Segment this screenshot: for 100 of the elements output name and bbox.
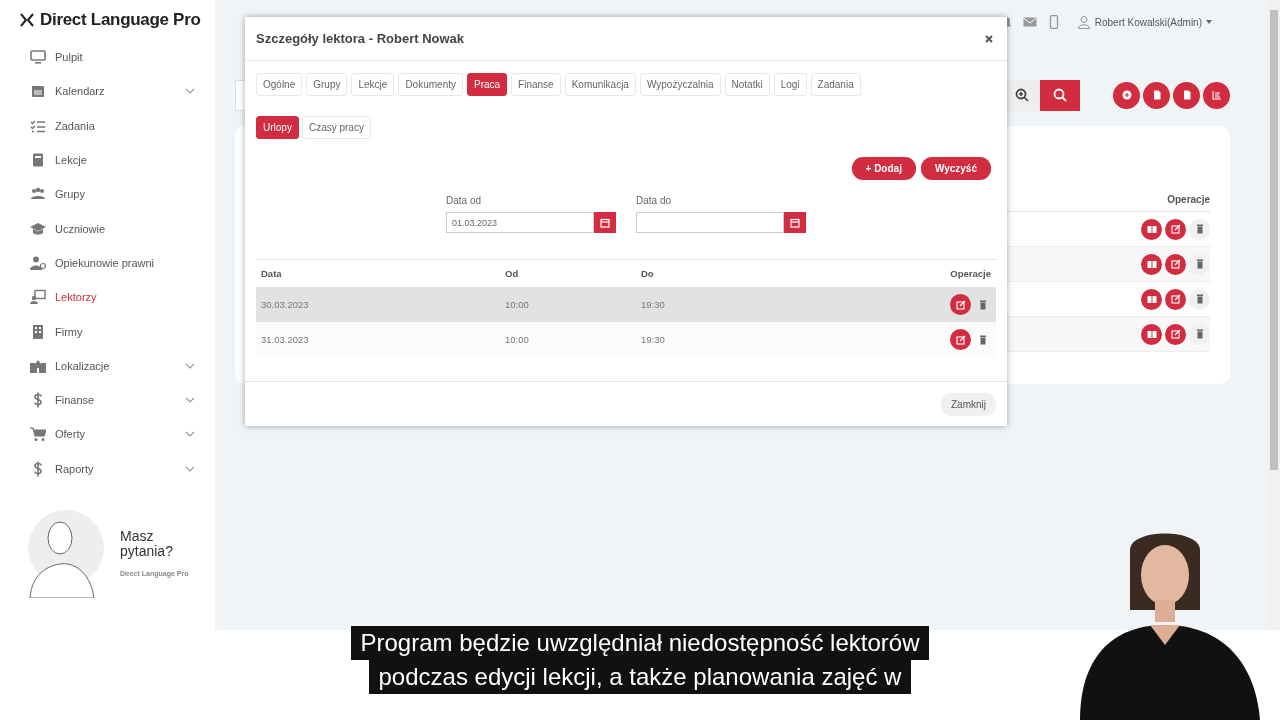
search-button[interactable] <box>1040 79 1080 111</box>
tab[interactable]: Finanse <box>511 73 561 96</box>
graduation-cap-icon <box>30 220 46 237</box>
edit-button[interactable] <box>1165 218 1186 240</box>
sidebar-item[interactable]: Firmy <box>20 314 201 349</box>
sidebar-item[interactable]: Zadania <box>20 108 201 143</box>
tab[interactable]: Ogólne <box>256 73 303 96</box>
building-icon <box>30 323 46 340</box>
view-button[interactable] <box>1141 323 1162 345</box>
logo-icon <box>20 13 34 27</box>
sidebar-item[interactable]: Lokalizacje <box>20 348 201 383</box>
trash-icon <box>978 299 988 310</box>
mail-icon[interactable] <box>1022 15 1037 29</box>
pdf-button[interactable] <box>1143 81 1170 109</box>
table-cell-text: 31.03.2023 <box>261 334 310 345</box>
delete-button[interactable] <box>1189 218 1210 240</box>
list-icon <box>1211 90 1222 100</box>
tab[interactable]: Zadania <box>810 73 861 96</box>
search-icon <box>1053 88 1067 102</box>
column-header: Od <box>505 268 520 279</box>
caret-icon <box>1206 20 1212 24</box>
table-row[interactable]: 31.03.2023 10:00 19:30 <box>256 322 996 357</box>
scrollbar-thumb[interactable] <box>1270 10 1278 470</box>
edit-button[interactable] <box>950 294 971 315</box>
tab[interactable]: Notatki <box>724 73 770 96</box>
file-icon <box>1151 90 1162 100</box>
sidebar-item[interactable]: Opiekunowie prawni <box>20 245 201 281</box>
edit-icon <box>955 334 966 345</box>
trash-icon <box>1194 329 1205 339</box>
plus-icon <box>1121 90 1132 100</box>
sidebar-item[interactable]: Oferty <box>20 417 201 452</box>
tab[interactable]: Wypożyczalnia <box>639 73 721 96</box>
field-label: Data do <box>636 195 673 206</box>
dialog-title: Szczegóły lektora - Robert Nowak <box>256 31 465 46</box>
book-icon <box>1146 294 1157 304</box>
calendar-icon <box>600 217 610 228</box>
user-menu[interactable]: Robert Kowalski(Admin) <box>1070 14 1218 30</box>
book-icon <box>1146 224 1157 234</box>
column-header: Operacje <box>949 268 991 279</box>
sidebar-item[interactable]: Raporty <box>20 451 201 486</box>
delete-button[interactable] <box>1189 253 1210 275</box>
field-label: Data od <box>446 195 483 206</box>
tab[interactable]: Lekcje <box>351 73 395 96</box>
edit-button[interactable] <box>950 329 971 350</box>
close-dialog-button[interactable]: Zamknij <box>941 392 996 416</box>
trash-icon <box>1194 294 1205 304</box>
calendar-icon <box>30 83 46 100</box>
edit-button[interactable] <box>1165 323 1186 345</box>
sidebar-item[interactable]: Lekcje <box>20 142 201 178</box>
calendar-button[interactable] <box>594 212 616 233</box>
edit-icon <box>1170 259 1181 269</box>
action-button[interactable]: Wyczyść <box>920 157 991 180</box>
file-icon <box>1181 90 1192 100</box>
trash-icon <box>1194 224 1205 234</box>
delete-button[interactable] <box>1189 323 1210 345</box>
subtab[interactable]: Urlopy <box>256 116 299 139</box>
sidebar-item[interactable]: Lektorzy <box>20 280 201 315</box>
view-button[interactable] <box>1141 288 1162 310</box>
edit-icon <box>1170 329 1181 339</box>
table-cell-text: 30.03.2023 <box>261 299 310 310</box>
column-header: Do <box>641 268 655 279</box>
sidebar-item[interactable]: Uczniowie <box>20 211 201 246</box>
view-button[interactable] <box>1141 253 1162 275</box>
tab[interactable]: Logi <box>773 73 807 96</box>
tab[interactable]: Komunikacja <box>564 73 636 96</box>
date-field[interactable]: 01.03.2023 <box>446 212 594 233</box>
table-row[interactable]: 30.03.2023 10:00 19:30 <box>256 287 996 322</box>
brand-name: Direct Language Pro <box>40 10 201 30</box>
tab[interactable]: Grupy <box>306 73 348 96</box>
book-icon <box>1146 259 1157 269</box>
column-header: Data <box>261 268 283 279</box>
edit-button[interactable] <box>1165 253 1186 275</box>
table-cell-text: 10:00 <box>505 299 530 310</box>
delete-button[interactable] <box>1189 288 1210 310</box>
sidebar-item[interactable]: Pulpit <box>20 40 201 75</box>
calendar-button[interactable] <box>784 212 806 233</box>
book-icon <box>1146 329 1157 339</box>
add-button[interactable] <box>1113 81 1140 109</box>
subtab[interactable]: Czasy pracy <box>301 116 371 139</box>
tab[interactable]: Dokumenty <box>398 73 463 96</box>
monitor-icon <box>30 49 46 66</box>
user-icon <box>1076 15 1091 29</box>
tab[interactable]: Praca <box>466 73 508 96</box>
csv-button[interactable] <box>1173 81 1200 109</box>
action-button[interactable]: + Dodaj <box>851 157 916 180</box>
date-field[interactable] <box>636 212 784 233</box>
view-button[interactable] <box>1141 218 1162 240</box>
edit-icon <box>1170 224 1181 234</box>
chart-button[interactable] <box>1203 81 1230 109</box>
edit-icon <box>1170 294 1181 304</box>
presentation-icon <box>30 289 46 306</box>
sidebar-item[interactable]: Finanse <box>20 382 201 418</box>
edit-icon <box>955 299 966 310</box>
table-cell-text: 10:00 <box>505 334 530 345</box>
edit-button[interactable] <box>1165 288 1186 310</box>
book-icon <box>30 152 46 169</box>
trash-icon <box>978 334 988 345</box>
cart-icon <box>30 426 46 443</box>
sidebar-item[interactable]: Grupy <box>20 177 201 212</box>
sidebar-item[interactable]: Kalendarz <box>20 74 201 109</box>
